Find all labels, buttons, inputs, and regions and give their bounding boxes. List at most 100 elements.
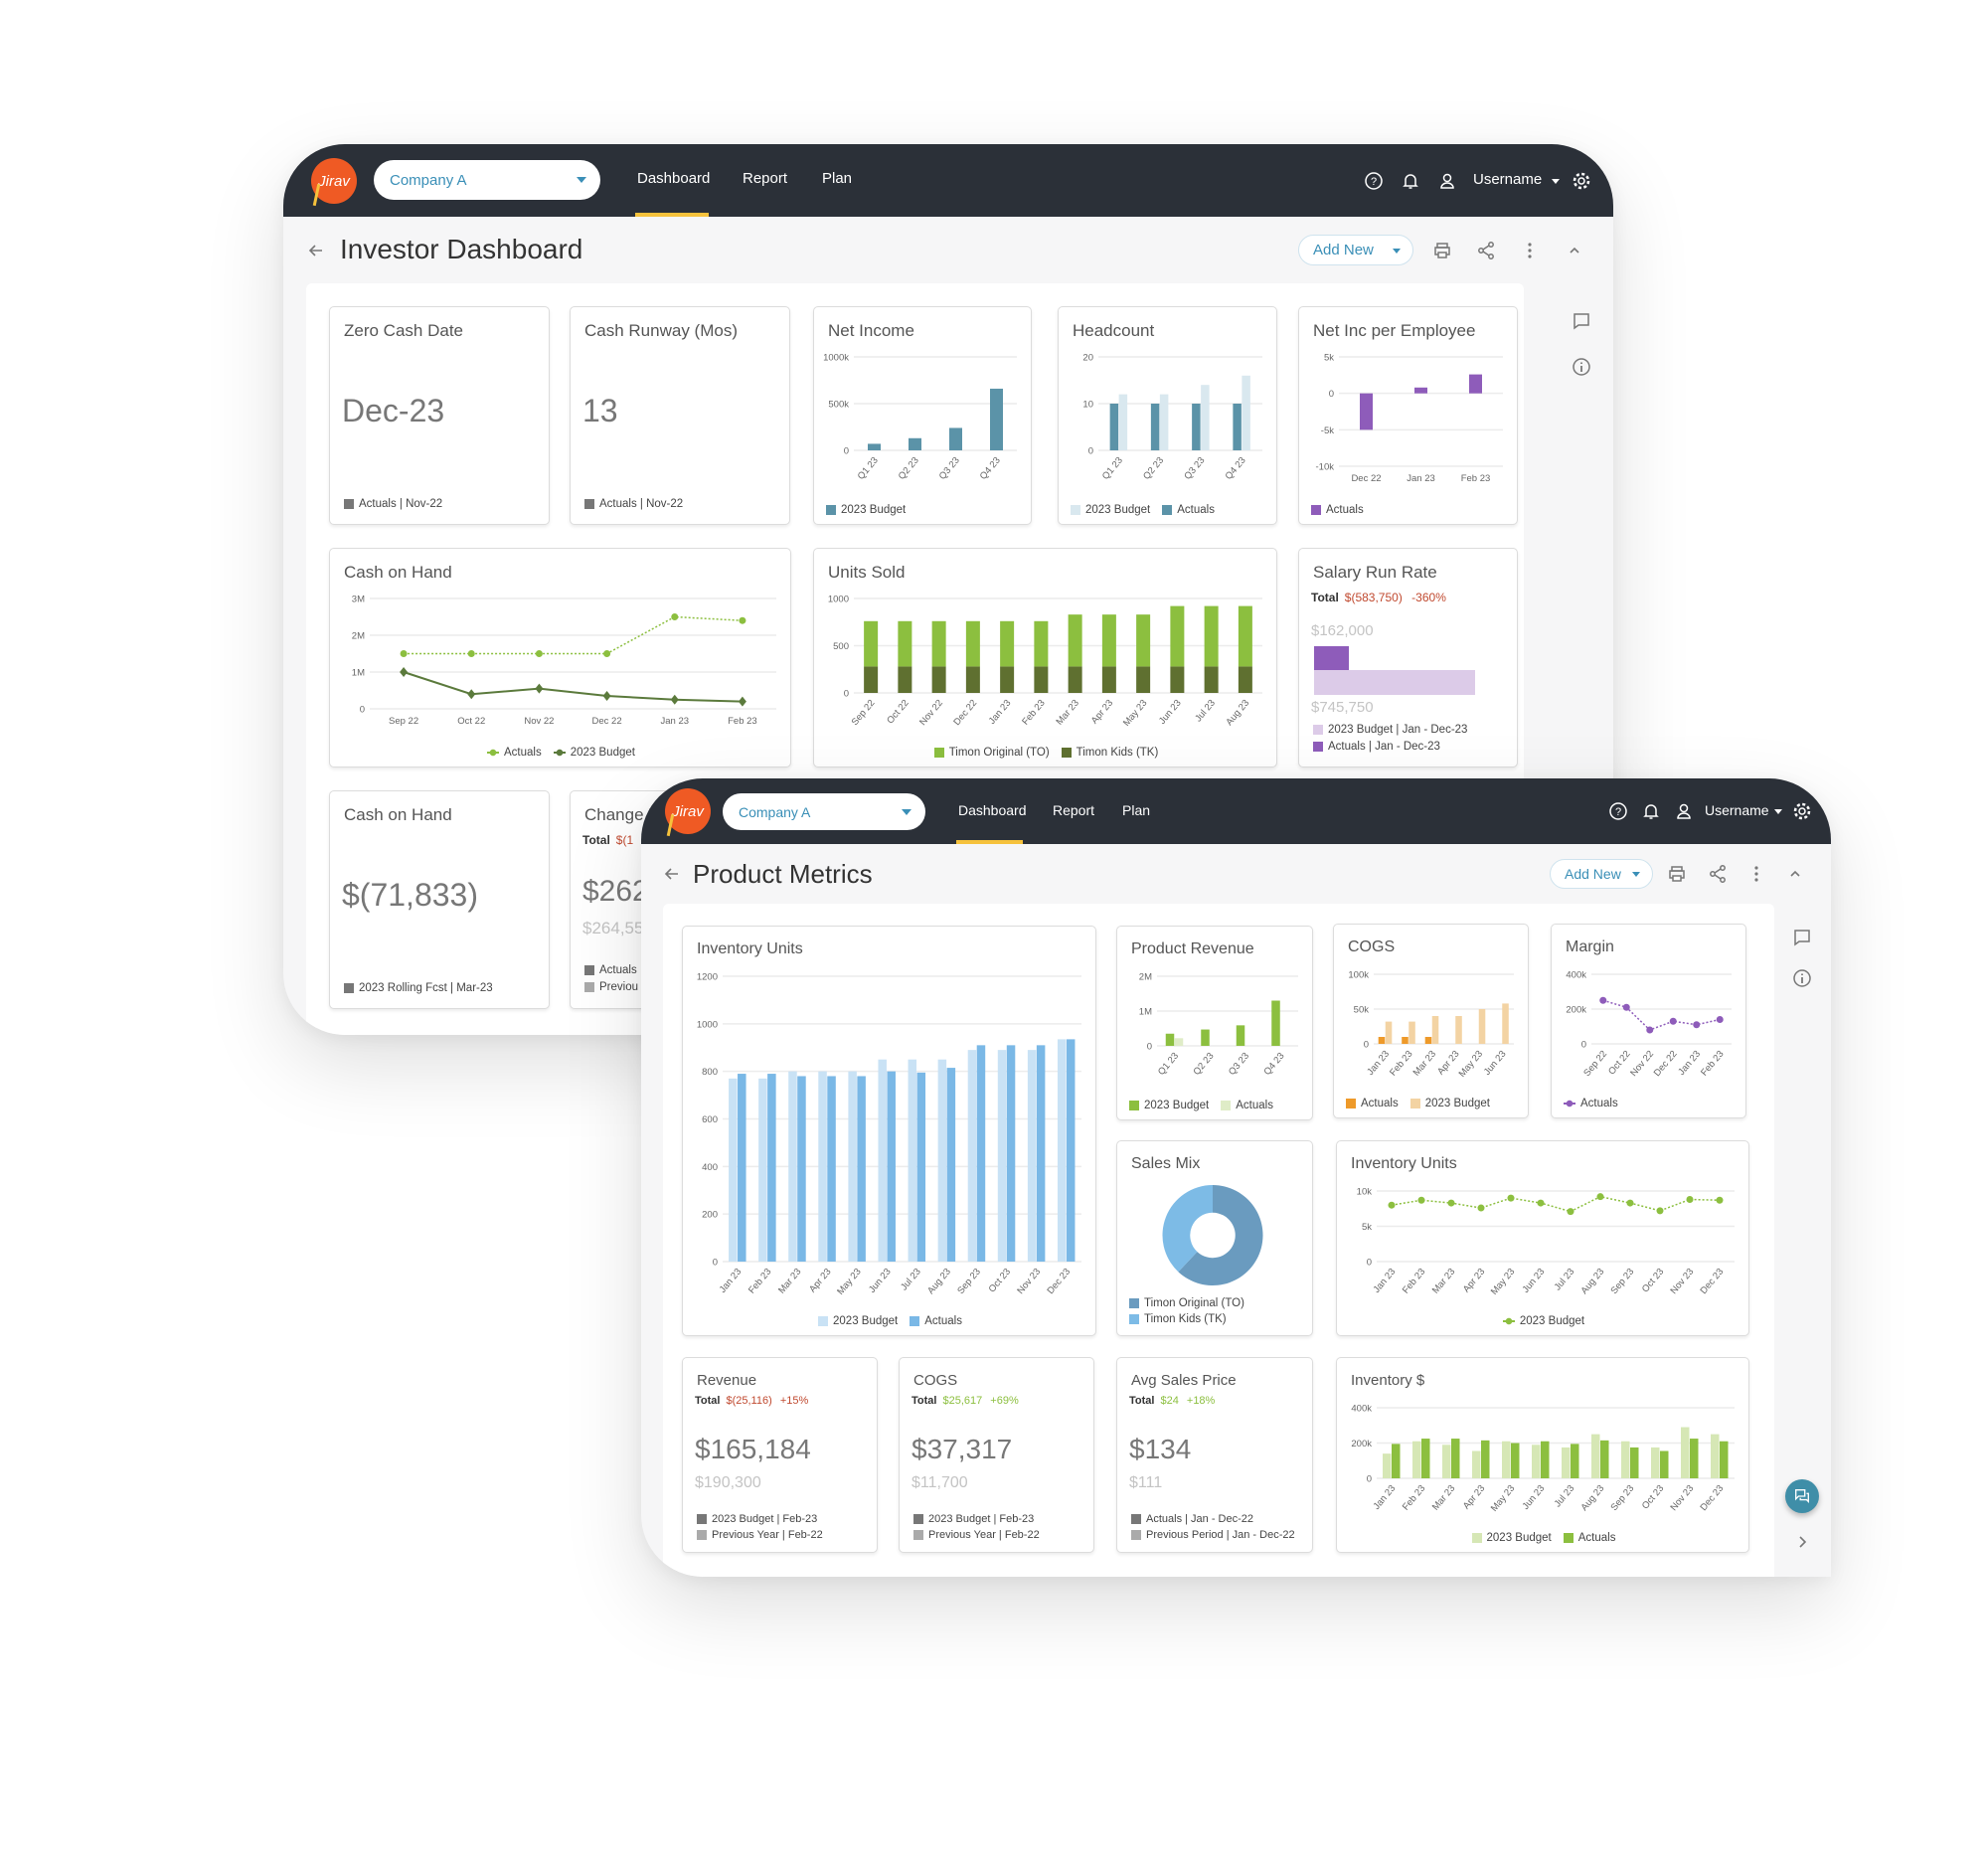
legend-item[interactable]: Timon Kids (TK) bbox=[1129, 1313, 1302, 1325]
chart-card-net-inc-per-employee[interactable]: Net Inc per Employee 5k 0 -5k -10k Dec 22 Jan… bbox=[1298, 306, 1518, 525]
chart-card-product-revenue[interactable]: Product Revenue 0 1M 2M Q1 23 Q2 23 Q3 23 Q4 2… bbox=[1116, 926, 1313, 1120]
chart-card-inventory-dollars[interactable]: Inventory $ 0 200k 400k Jan 23 Feb 23 Mar 23 A… bbox=[1336, 1357, 1749, 1553]
legend-item[interactable]: Actuals bbox=[1564, 1098, 1618, 1109]
legend-item[interactable]: 2023 Budget bbox=[1471, 1532, 1552, 1544]
print-icon[interactable] bbox=[1432, 241, 1452, 260]
gear-icon[interactable] bbox=[1792, 801, 1812, 821]
legend-swatch bbox=[697, 1514, 707, 1524]
gear-icon[interactable] bbox=[1572, 171, 1591, 191]
chart-card-inventory-units[interactable]: Inventory Units 0 200 400 600 800 1000 1200 Jan… bbox=[682, 926, 1096, 1336]
data-point bbox=[535, 683, 544, 694]
chart-card-cogs[interactable]: COGS 0 50k 100k Jan 23 Feb 23 Mar 23 Apr 23 May… bbox=[1333, 924, 1529, 1118]
nav-report[interactable]: Report bbox=[743, 170, 787, 187]
x-tick-label: Sep 23 bbox=[1609, 1267, 1637, 1296]
chevron-down-icon bbox=[902, 808, 911, 815]
help-icon[interactable]: ? bbox=[1364, 171, 1384, 191]
nav-plan[interactable]: Plan bbox=[1122, 802, 1150, 818]
more-options-icon[interactable] bbox=[1746, 864, 1766, 884]
data-point bbox=[400, 667, 409, 677]
company-select[interactable]: Company A bbox=[723, 793, 925, 830]
data-point bbox=[400, 650, 408, 657]
chart-card-headcount[interactable]: Headcount 0 10 20 Q1 23 Q2 23 Q3 23 Q4 23 2023… bbox=[1058, 306, 1277, 525]
chart-card-sales-mix[interactable]: Sales Mix Timon Original (TO) Timon Kids … bbox=[1116, 1140, 1313, 1336]
nav-report[interactable]: Report bbox=[1053, 802, 1094, 818]
legend-item[interactable]: 2023 Budget bbox=[1129, 1100, 1209, 1111]
more-options-icon[interactable] bbox=[1520, 241, 1540, 260]
legend-item[interactable]: 2023 Budget bbox=[553, 747, 635, 759]
comment-icon[interactable] bbox=[1792, 928, 1812, 947]
jirav-logo[interactable]: Jirav bbox=[665, 788, 711, 834]
legend-item[interactable]: Timon Original (TO) bbox=[933, 747, 1050, 759]
add-new-button[interactable]: Add New bbox=[1298, 235, 1413, 265]
data-point bbox=[1646, 1026, 1654, 1034]
y-tick-label: 1000k bbox=[823, 353, 849, 364]
legend-item[interactable]: 2023 Budget bbox=[1502, 1315, 1584, 1327]
chart-card-cash-on-hand[interactable]: Cash on Hand 0 1M 2M 3M Sep 22 Oct 22 Nov 22 De… bbox=[329, 548, 791, 767]
kpi-card-avg-sales-price[interactable]: Avg Sales Price Total $24 +18% $134 $111 … bbox=[1116, 1357, 1313, 1553]
chart-svg: 0200k400kSep 22Oct 22Nov 22Dec 22Jan 23F… bbox=[1566, 970, 1732, 1079]
legend-item: Previou bbox=[584, 981, 638, 993]
company-select[interactable]: Company A bbox=[374, 160, 600, 200]
help-icon[interactable]: ? bbox=[1608, 801, 1628, 821]
jirav-logo[interactable]: Jirav bbox=[311, 158, 357, 204]
user-icon[interactable] bbox=[1437, 171, 1457, 191]
card-title: Avg Sales Price bbox=[1131, 1372, 1237, 1389]
username-menu[interactable]: Username bbox=[1473, 171, 1542, 188]
legend-item[interactable]: Actuals bbox=[910, 1315, 962, 1327]
chart-card-inventory-units-line[interactable]: Inventory Units 0 5k 10k Jan 23 Feb 23 Mar 23… bbox=[1336, 1140, 1749, 1336]
share-icon[interactable] bbox=[1476, 241, 1496, 260]
collapse-icon[interactable] bbox=[1565, 241, 1584, 260]
chart-card-units-sold[interactable]: Units Sold 0 500 1000 Sep 22 Oct 22 Nov 22 Dec… bbox=[813, 548, 1277, 767]
nav-dashboard[interactable]: Dashboard bbox=[637, 170, 710, 187]
legend-swatch bbox=[910, 1316, 920, 1326]
legend-item[interactable]: Timon Kids (TK) bbox=[1061, 747, 1159, 759]
kpi-card-cash-runway[interactable]: Cash Runway (Mos) 13 Actuals | Nov-22 bbox=[570, 306, 790, 525]
kpi-card-cogs[interactable]: COGS Total $25,617 +69% $37,317 $11,700 2… bbox=[899, 1357, 1094, 1553]
legend-item[interactable]: Actuals bbox=[1563, 1532, 1615, 1544]
info-icon[interactable] bbox=[1572, 357, 1591, 377]
bell-icon[interactable] bbox=[1641, 801, 1661, 821]
x-tick-label: Feb 23 bbox=[1401, 1483, 1427, 1513]
chevron-right-icon[interactable] bbox=[1792, 1532, 1812, 1552]
chat-button[interactable] bbox=[1785, 1479, 1819, 1513]
kpi-card-revenue[interactable]: Revenue Total $(25,116) +15% $165,184 $19… bbox=[682, 1357, 878, 1553]
bar bbox=[887, 1071, 896, 1262]
chart-card-net-income[interactable]: Net Income 0 500k 1000k Q1 23 Q2 23 Q3 23 Q4 2… bbox=[813, 306, 1032, 525]
nav-plan[interactable]: Plan bbox=[822, 170, 852, 187]
legend-item[interactable]: Actuals bbox=[487, 747, 542, 759]
add-new-button[interactable]: Add New bbox=[1550, 859, 1653, 889]
legend-item[interactable]: 2023 Budget bbox=[1409, 1098, 1490, 1109]
kpi-value: $37,317 bbox=[911, 1434, 1013, 1464]
kpi-value: 13 bbox=[582, 393, 618, 428]
legend-item[interactable]: 2023 Budget bbox=[1071, 504, 1150, 516]
legend-item[interactable]: 2023 Budget bbox=[826, 504, 906, 516]
legend-label: Actuals | Jan - Dec-22 bbox=[1146, 1513, 1254, 1525]
legend-item[interactable]: Actuals bbox=[1162, 504, 1215, 516]
user-icon[interactable] bbox=[1674, 801, 1694, 821]
back-arrow-icon[interactable] bbox=[307, 242, 325, 259]
legend-item[interactable]: Actuals bbox=[1346, 1098, 1399, 1109]
legend-item[interactable]: Timon Original (TO) bbox=[1129, 1297, 1302, 1309]
username-menu[interactable]: Username bbox=[1705, 802, 1769, 818]
legend-item[interactable]: 2023 Budget bbox=[818, 1315, 898, 1327]
legend-item[interactable]: Actuals bbox=[1221, 1100, 1273, 1111]
data-point bbox=[1656, 1207, 1664, 1215]
legend-label: Timon Kids (TK) bbox=[1076, 747, 1159, 759]
collapse-icon[interactable] bbox=[1785, 864, 1805, 884]
chevron-down-icon[interactable] bbox=[1552, 179, 1560, 184]
comment-icon[interactable] bbox=[1572, 311, 1591, 331]
chart-card-margin[interactable]: Margin 0 200k 400k Sep 22 Oct 22 Nov 22 Dec 22… bbox=[1551, 924, 1746, 1118]
share-icon[interactable] bbox=[1708, 864, 1728, 884]
bell-icon[interactable] bbox=[1401, 171, 1420, 191]
kpi-card-zero-cash-date[interactable]: Zero Cash Date Dec-23 Actuals | Nov-22 bbox=[329, 306, 550, 525]
legend-swatch bbox=[553, 749, 566, 757]
nav-dashboard[interactable]: Dashboard bbox=[958, 802, 1027, 818]
kpi-card-salary-run-rate[interactable]: Salary Run Rate Total $(583,750) -360% $1… bbox=[1298, 548, 1518, 767]
chevron-down-icon[interactable] bbox=[1774, 809, 1782, 814]
back-arrow-icon[interactable] bbox=[663, 865, 681, 883]
print-icon[interactable] bbox=[1667, 864, 1687, 884]
x-tick-label: Feb 23 bbox=[1699, 1049, 1726, 1079]
legend-item[interactable]: Actuals bbox=[1311, 504, 1364, 516]
info-icon[interactable] bbox=[1792, 968, 1812, 988]
kpi-card-cash-on-hand[interactable]: Cash on Hand $(71,833) 2023 Rolling Fcst… bbox=[329, 790, 550, 1009]
